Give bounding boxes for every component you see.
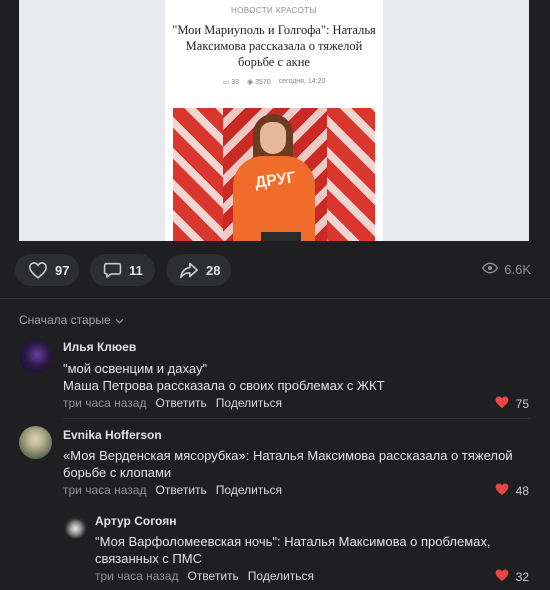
comment-item: Илья Клюев "мой освенцим и дахау" Маша П… [0, 338, 550, 418]
comment-like-button[interactable]: 75 [494, 395, 529, 412]
comment-like-button[interactable]: 48 [494, 482, 529, 499]
reply-button[interactable]: Ответить [187, 569, 238, 583]
heart-icon [494, 395, 510, 412]
comment-button[interactable]: 11 [90, 254, 155, 286]
comment-like-count: 48 [515, 483, 529, 498]
like-count: 97 [55, 262, 70, 278]
share-icon [179, 261, 199, 279]
share-comment-button[interactable]: Поделиться [216, 483, 282, 497]
chevron-down-icon [115, 313, 124, 327]
comment-footer: три часа назад Ответить Поделиться [63, 396, 282, 410]
avatar[interactable] [19, 426, 52, 459]
comment-text-line: "мой освенцим и дахау" [63, 361, 208, 376]
person-figure: ДРУГ [231, 114, 317, 241]
share-comment-button[interactable]: Поделиться [248, 569, 314, 583]
comment-author[interactable]: Evnika Hofferson [63, 428, 528, 443]
avatar[interactable] [64, 516, 87, 539]
share-count: 28 [206, 262, 221, 278]
comment-like-button[interactable]: 32 [494, 568, 529, 585]
comment-icon [103, 261, 122, 279]
heart-icon [494, 568, 510, 585]
reply-button[interactable]: Ответить [155, 483, 206, 497]
comment-like-count: 32 [515, 569, 529, 584]
comment-author[interactable]: Артур Согоян [95, 514, 515, 529]
article-title: "Мои Мариуполь и Голгофа": Наталья Макси… [172, 23, 376, 69]
views-count: 6.6K [504, 262, 531, 277]
heart-icon [28, 261, 48, 279]
comment-item: Evnika Hofferson «Моя Верденская мясоруб… [0, 426, 550, 506]
article-date: сегодня, 14:20 [278, 78, 326, 85]
share-comment-button[interactable]: Поделиться [216, 396, 282, 410]
comment-text: «Моя Верденская мясорубка»: Наталья Макс… [63, 448, 513, 480]
views-counter: 6.6K [482, 262, 531, 277]
article-screenshot: НОВОСТИ КРАСОТЫ "Мои Мариуполь и Голгофа… [165, 0, 383, 241]
avatar[interactable] [19, 340, 52, 373]
comment-separator [63, 418, 530, 419]
article-photo: ДРУГ [173, 108, 375, 241]
sort-label: Сначала старые [19, 313, 111, 327]
article-category: НОВОСТИ КРАСОТЫ [230, 6, 318, 15]
like-button[interactable]: 97 [15, 254, 79, 286]
reply-button[interactable]: Ответить [155, 396, 206, 410]
post-actions: 97 11 28 6.6K [15, 254, 550, 286]
comment-time: три часа назад [95, 569, 179, 583]
post-media[interactable]: НОВОСТИ КРАСОТЫ "Мои Мариуполь и Голгофа… [19, 0, 529, 241]
heart-icon [494, 482, 510, 499]
comment-footer: три часа назад Ответить Поделиться [95, 569, 314, 583]
comment-text-line: Маша Петрова рассказала о своих проблема… [63, 378, 385, 393]
comment-reply-item: Артур Согоян "Моя Варфоломеевская ночь":… [0, 512, 550, 590]
article-meta: ▭ 33 ◉ 3570 сегодня, 14:20 [165, 78, 383, 86]
comment-footer: три часа назад Ответить Поделиться [63, 483, 282, 497]
share-button[interactable]: 28 [166, 254, 231, 286]
comments-sort-dropdown[interactable]: Сначала старые [19, 313, 124, 327]
article-comments-count: ▭ 33 [222, 79, 240, 86]
comment-author[interactable]: Илья Клюев [63, 340, 523, 355]
eye-icon [482, 262, 499, 277]
comment-like-count: 75 [515, 396, 529, 411]
comment-time: три часа назад [63, 483, 147, 497]
divider [0, 298, 550, 299]
comment-time: три часа назад [63, 396, 147, 410]
comment-text: "Моя Варфоломеевская ночь": Наталья Макс… [95, 534, 491, 566]
comment-count: 11 [129, 262, 143, 278]
article-views-count: ◉ 3570 [247, 79, 271, 86]
